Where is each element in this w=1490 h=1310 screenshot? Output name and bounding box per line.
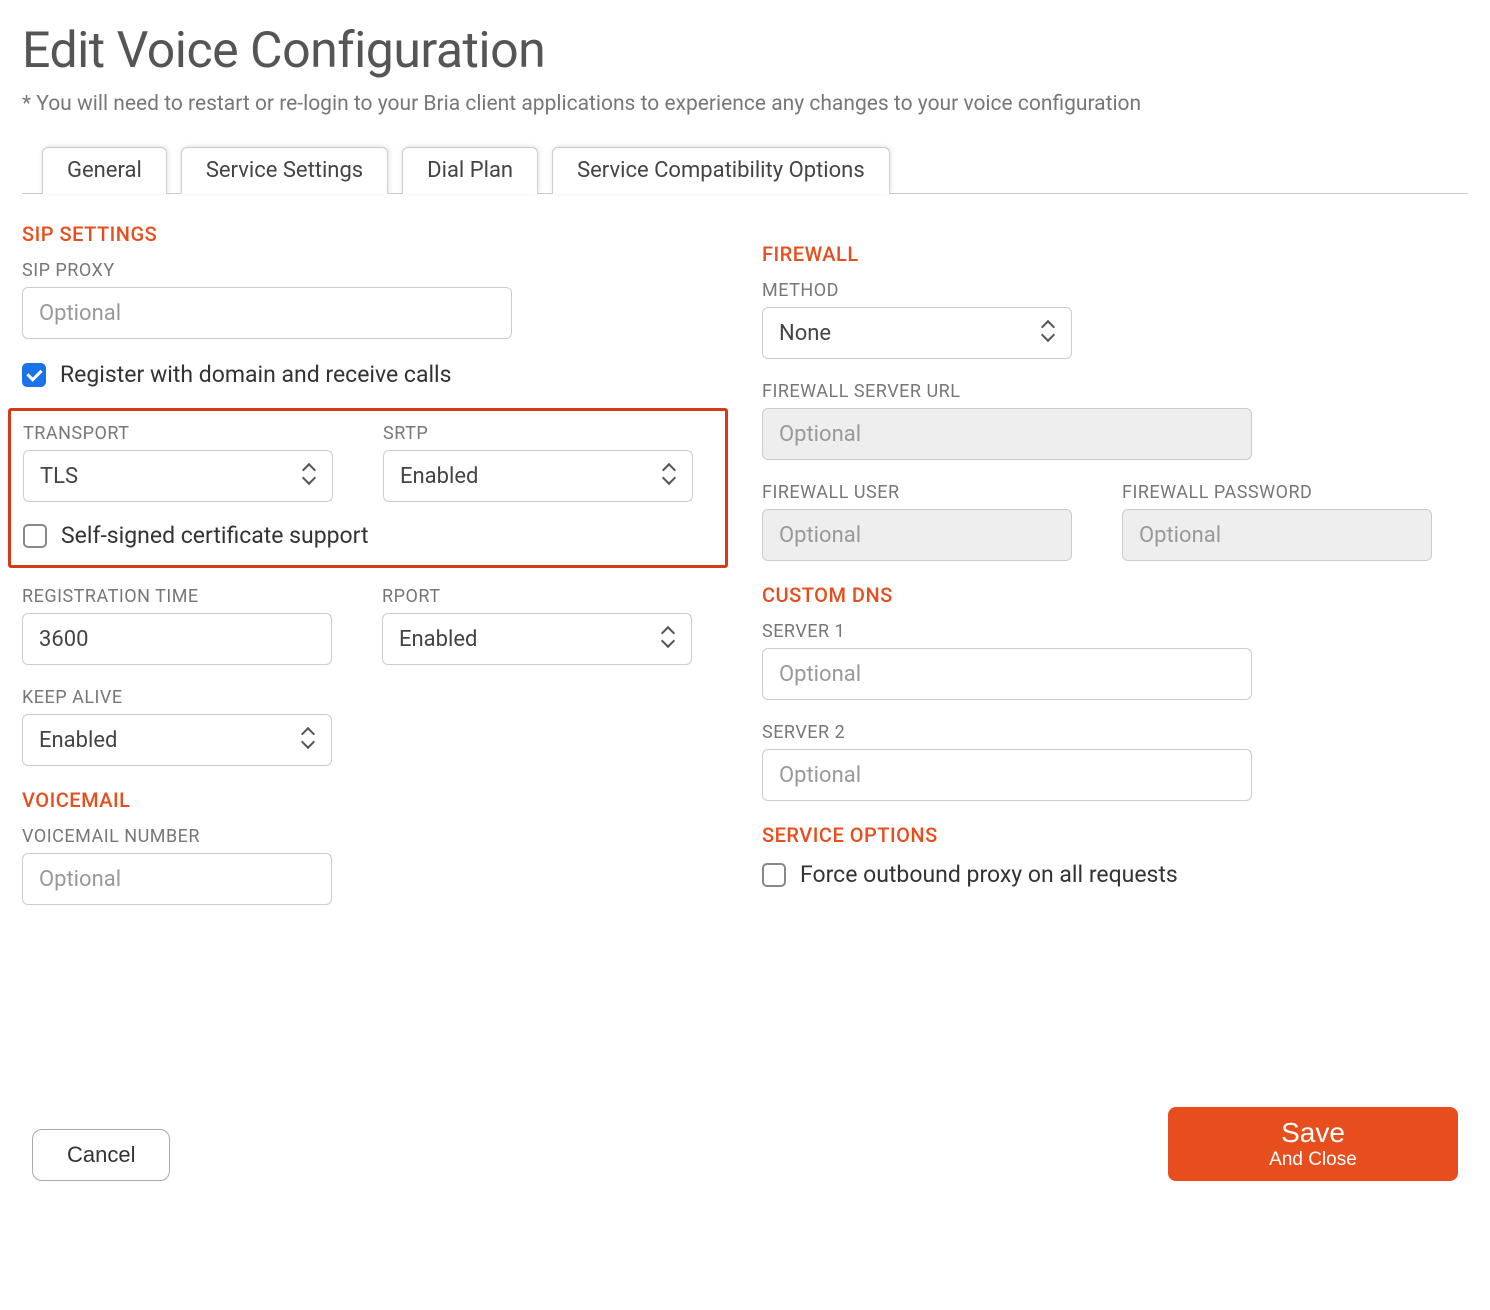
page-note: * You will need to restart or re-login t… [22,92,1468,116]
select-rport[interactable]: Enabled [382,613,692,665]
checkbox-register-row[interactable]: Register with domain and receive calls [22,361,722,388]
section-voicemail: VOICEMAIL [22,788,722,812]
tabs-bar: General Service Settings Dial Plan Servi… [22,146,1468,194]
page-title: Edit Voice Configuration [22,22,1468,80]
label-sip-proxy: SIP PROXY [22,260,722,281]
select-rport-value: Enabled [399,627,477,652]
section-service-options: SERVICE OPTIONS [762,823,1462,847]
select-transport[interactable]: TLS [23,450,333,502]
chevron-updown-icon [661,630,675,648]
tab-dial-plan[interactable]: Dial Plan [402,147,538,194]
select-transport-value: TLS [40,464,78,489]
input-dns-server2[interactable]: Optional [762,749,1252,801]
cancel-button[interactable]: Cancel [32,1129,170,1181]
checkbox-selfsigned[interactable] [23,524,47,548]
input-registration-time[interactable]: 3600 [22,613,332,665]
tab-general[interactable]: General [42,147,167,194]
highlight-transport-srtp: TRANSPORT TLS SRTP Enabled Self-signed [8,408,728,568]
label-firewall-server-url: FIREWALL SERVER URL [762,381,1462,402]
checkbox-register[interactable] [22,363,46,387]
chevron-updown-icon [302,467,316,485]
label-voicemail-number: VOICEMAIL NUMBER [22,826,722,847]
chevron-updown-icon [301,731,315,749]
checkbox-force-proxy-row[interactable]: Force outbound proxy on all requests [762,861,1462,888]
label-firewall-method: METHOD [762,280,1462,301]
input-dns-server1[interactable]: Optional [762,648,1252,700]
label-dns-server1: SERVER 1 [762,621,1462,642]
label-register: Register with domain and receive calls [60,361,452,388]
section-sip-settings: SIP SETTINGS [22,222,722,246]
select-firewall-method[interactable]: None [762,307,1072,359]
section-custom-dns: CUSTOM DNS [762,583,1462,607]
input-firewall-user[interactable]: Optional [762,509,1072,561]
chevron-updown-icon [662,467,676,485]
label-srtp: SRTP [383,423,693,444]
checkbox-force-proxy[interactable] [762,863,786,887]
select-keep-alive[interactable]: Enabled [22,714,332,766]
input-voicemail-number[interactable]: Optional [22,853,332,905]
label-selfsigned: Self-signed certificate support [61,522,369,549]
save-and-close-button[interactable]: Save And Close [1168,1107,1458,1181]
label-transport: TRANSPORT [23,423,333,444]
label-force-proxy: Force outbound proxy on all requests [800,861,1178,888]
tab-service-settings[interactable]: Service Settings [181,147,388,194]
checkbox-selfsigned-row[interactable]: Self-signed certificate support [23,522,713,549]
label-keep-alive: KEEP ALIVE [22,687,722,708]
label-rport: RPORT [382,586,692,607]
save-button-sub: And Close [1168,1149,1458,1171]
select-firewall-method-value: None [779,321,831,346]
label-firewall-password: FIREWALL PASSWORD [1122,482,1432,503]
select-keep-alive-value: Enabled [39,728,117,753]
chevron-updown-icon [1041,324,1055,342]
select-srtp[interactable]: Enabled [383,450,693,502]
input-firewall-password[interactable]: Optional [1122,509,1432,561]
label-firewall-user: FIREWALL USER [762,482,1072,503]
input-firewall-server-url[interactable]: Optional [762,408,1252,460]
input-sip-proxy[interactable]: Optional [22,287,512,339]
tab-compatibility[interactable]: Service Compatibility Options [552,147,890,194]
save-button-main: Save [1168,1117,1458,1149]
select-srtp-value: Enabled [400,464,478,489]
label-registration-time: REGISTRATION TIME [22,586,332,607]
section-firewall: FIREWALL [762,242,1462,266]
label-dns-server2: SERVER 2 [762,722,1462,743]
